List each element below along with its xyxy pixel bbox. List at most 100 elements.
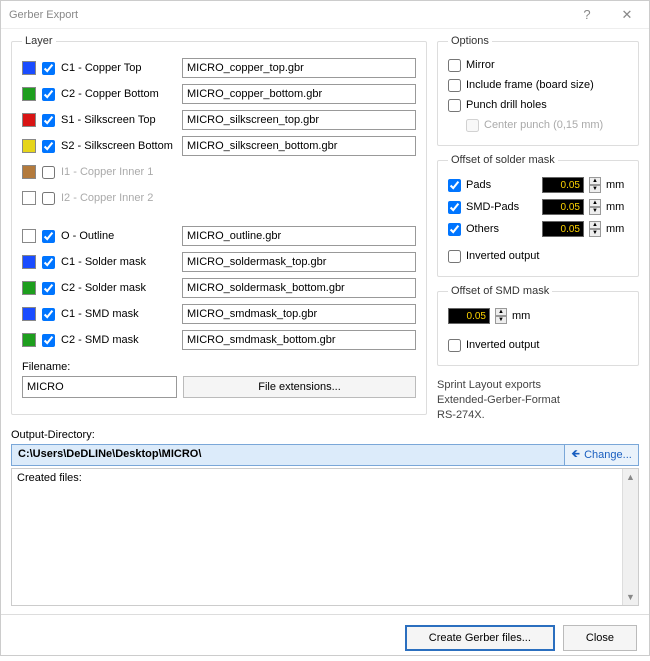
layer-file-input[interactable]: [182, 304, 416, 324]
export-info-text: Sprint Layout exportsExtended-Gerber-For…: [437, 378, 639, 423]
layer-checkbox[interactable]: [42, 230, 55, 243]
include-frame-label: Include frame (board size): [466, 79, 594, 91]
others-value[interactable]: [542, 221, 584, 237]
smd-offset-value[interactable]: [448, 308, 490, 324]
button-bar: Create Gerber files... Close: [1, 614, 649, 661]
layer-label: C1 - Copper Top: [61, 62, 176, 74]
solder-offset-legend: Offset of solder mask: [448, 154, 558, 166]
solder-inverted-checkbox[interactable]: [448, 250, 461, 263]
layer-checkbox[interactable]: [42, 256, 55, 269]
output-directory-label: Output-Directory:: [11, 429, 639, 441]
layer-file-input[interactable]: [182, 110, 416, 130]
others-unit: mm: [606, 223, 628, 235]
layer-label: S2 - Silkscreen Bottom: [61, 140, 176, 152]
layer-row: C2 - Solder mask: [22, 275, 416, 301]
layer-label: C1 - SMD mask: [61, 308, 176, 320]
smd-offset-legend: Offset of SMD mask: [448, 285, 552, 297]
create-gerber-button[interactable]: Create Gerber files...: [405, 625, 555, 651]
layer-file-input[interactable]: [182, 252, 416, 272]
layer-color-swatch: [22, 255, 36, 269]
pads-unit: mm: [606, 179, 628, 191]
arrow-left-icon: 🡸: [571, 445, 580, 464]
file-extensions-button[interactable]: File extensions...: [183, 376, 416, 398]
layer-color-swatch: [22, 113, 36, 127]
layer-row: C2 - Copper Bottom: [22, 81, 416, 107]
center-punch-checkbox[interactable]: [466, 119, 479, 132]
layer-file-input[interactable]: [182, 58, 416, 78]
pads-label: Pads: [466, 179, 537, 191]
pads-checkbox[interactable]: [448, 179, 461, 192]
layer-label: C2 - SMD mask: [61, 334, 176, 346]
filename-input[interactable]: [22, 376, 177, 398]
layer-row: C2 - SMD mask: [22, 327, 416, 353]
smdpads-spinner[interactable]: ▲▼: [589, 199, 601, 215]
layer-file-input[interactable]: [182, 226, 416, 246]
help-button[interactable]: ?: [567, 1, 607, 29]
layer-label: I2 - Copper Inner 2: [61, 192, 176, 204]
layer-checkbox[interactable]: [42, 140, 55, 153]
others-spinner[interactable]: ▲▼: [589, 221, 601, 237]
smdpads-label: SMD-Pads: [466, 201, 537, 213]
layer-color-swatch: [22, 191, 36, 205]
smd-inverted-label: Inverted output: [466, 339, 539, 351]
smdpads-value[interactable]: [542, 199, 584, 215]
layer-file-input[interactable]: [182, 136, 416, 156]
layer-checkbox[interactable]: [42, 88, 55, 101]
layer-color-swatch: [22, 333, 36, 347]
solder-inverted-label: Inverted output: [466, 250, 539, 262]
layer-label: C2 - Solder mask: [61, 282, 176, 294]
smd-offset-unit: mm: [512, 310, 534, 322]
include-frame-checkbox[interactable]: [448, 79, 461, 92]
layer-checkbox[interactable]: [42, 62, 55, 75]
layer-label: I1 - Copper Inner 1: [61, 166, 176, 178]
layer-label: C2 - Copper Bottom: [61, 88, 176, 100]
scroll-up-icon[interactable]: ▲: [623, 469, 638, 485]
layer-row: C1 - SMD mask: [22, 301, 416, 327]
layer-checkbox[interactable]: [42, 166, 55, 179]
layer-label: C1 - Solder mask: [61, 256, 176, 268]
center-punch-label: Center punch (0,15 mm): [484, 119, 603, 131]
change-directory-button[interactable]: 🡸 Change...: [565, 444, 639, 466]
options-group: Options Mirror Include frame (board size…: [437, 35, 639, 146]
layer-row: I2 - Copper Inner 2: [22, 185, 416, 211]
smdpads-checkbox[interactable]: [448, 201, 461, 214]
layer-checkbox[interactable]: [42, 114, 55, 127]
pads-value[interactable]: [542, 177, 584, 193]
scroll-down-icon[interactable]: ▼: [623, 589, 638, 605]
layer-checkbox[interactable]: [42, 282, 55, 295]
layer-color-swatch: [22, 139, 36, 153]
scrollbar[interactable]: ▲ ▼: [622, 469, 638, 605]
layer-color-swatch: [22, 61, 36, 75]
layer-checkbox[interactable]: [42, 308, 55, 321]
created-files-label: Created files:: [17, 472, 620, 484]
punch-drill-checkbox[interactable]: [448, 99, 461, 112]
filename-label: Filename:: [22, 361, 416, 373]
output-directory-path: C:\Users\DeDLINe\Desktop\MICRO\: [11, 444, 565, 466]
window-title: Gerber Export: [9, 9, 567, 21]
mirror-checkbox[interactable]: [448, 59, 461, 72]
solder-offset-group: Offset of solder mask Pads ▲▼ mm SMD-Pad…: [437, 154, 639, 277]
others-checkbox[interactable]: [448, 223, 461, 236]
close-icon[interactable]: ✕: [607, 1, 647, 29]
close-button[interactable]: Close: [563, 625, 637, 651]
created-files-box: Created files: ▲ ▼: [11, 468, 639, 606]
layer-group: Layer C1 - Copper TopC2 - Copper BottomS…: [11, 35, 427, 415]
layer-color-swatch: [22, 307, 36, 321]
pads-spinner[interactable]: ▲▼: [589, 177, 601, 193]
titlebar: Gerber Export ? ✕: [1, 1, 649, 29]
smd-inverted-checkbox[interactable]: [448, 339, 461, 352]
smd-offset-spinner[interactable]: ▲▼: [495, 308, 507, 324]
layer-color-swatch: [22, 281, 36, 295]
layer-file-input[interactable]: [182, 84, 416, 104]
layer-checkbox[interactable]: [42, 334, 55, 347]
layer-row: C1 - Solder mask: [22, 249, 416, 275]
layer-file-input[interactable]: [182, 330, 416, 350]
gerber-export-dialog: Gerber Export ? ✕ Layer C1 - Copper TopC…: [0, 0, 650, 656]
layer-color-swatch: [22, 87, 36, 101]
smd-offset-group: Offset of SMD mask ▲▼ mm Inverted output: [437, 285, 639, 366]
mirror-label: Mirror: [466, 59, 495, 71]
smdpads-unit: mm: [606, 201, 628, 213]
layer-file-input[interactable]: [182, 278, 416, 298]
layer-row: I1 - Copper Inner 1: [22, 159, 416, 185]
layer-checkbox[interactable]: [42, 192, 55, 205]
